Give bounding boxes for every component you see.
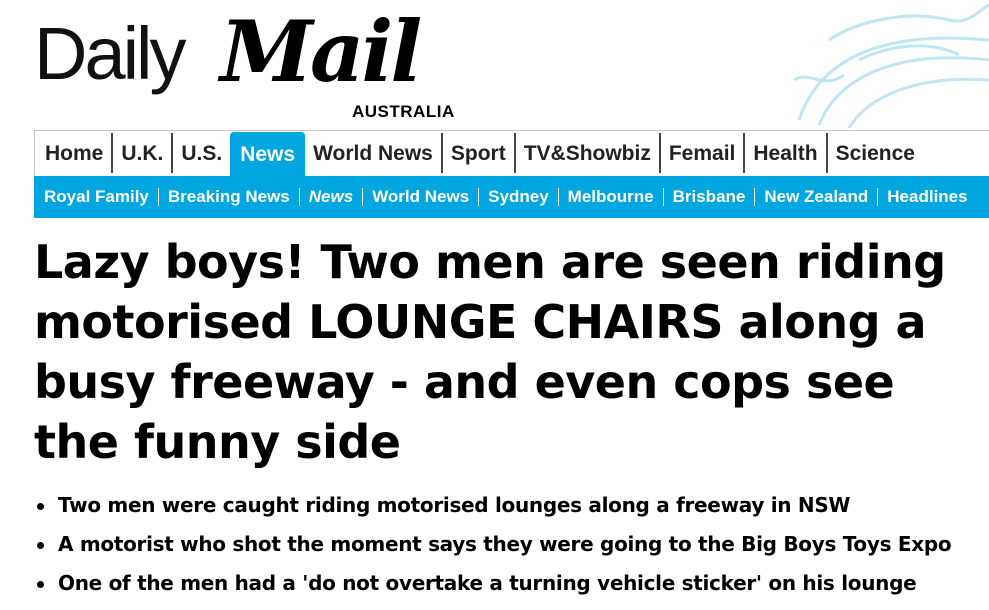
article-headline: Lazy boys! Two men are seen riding motor… [34, 235, 946, 469]
subnav-item-world-news[interactable]: World News [363, 188, 480, 206]
summary-item: Two men were caught riding motorised lou… [34, 486, 989, 525]
nav-item-science[interactable]: Science [828, 133, 923, 173]
nav-item-tv-showbiz[interactable]: TV&Showbiz [516, 133, 661, 173]
nav-item-world-news[interactable]: World News [305, 133, 443, 173]
subnav-item-brisbane[interactable]: Brisbane [664, 188, 756, 206]
nav-item-uk[interactable]: U.K. [113, 133, 174, 173]
bullet-icon [37, 542, 44, 549]
subnav-item-breaking-news[interactable]: Breaking News [159, 188, 300, 206]
summary-item: One of the men had a 'do not overtake a … [34, 564, 989, 603]
nav-item-femail[interactable]: Femail [661, 133, 746, 173]
primary-nav: Home U.K. U.S. News World News Sport TV&… [34, 130, 989, 176]
subnav-item-headlines[interactable]: Headlines [878, 188, 976, 206]
nav-item-health[interactable]: Health [745, 133, 828, 173]
logo-daily-text: Daily [34, 12, 186, 95]
summary-item-text: A motorist who shot the moment says they… [58, 532, 952, 556]
subnav-item-news[interactable]: News [300, 188, 364, 206]
logo-mail-text: Mail [220, 2, 422, 101]
nav-item-news[interactable]: News [230, 132, 306, 176]
summary-item-text: One of the men had a 'do not overtake a … [58, 571, 917, 595]
secondary-nav: Royal Family Breaking News News World Ne… [34, 176, 989, 218]
subnav-item-new-zealand[interactable]: New Zealand [755, 188, 879, 206]
site-logo[interactable]: Daily Mail AUSTRALIA [34, 4, 474, 122]
logo-region: AUSTRALIA [352, 102, 455, 121]
background-decoration [793, 3, 989, 129]
subnav-item-sydney[interactable]: Sydney [479, 188, 559, 206]
subnav-item-royal-family[interactable]: Royal Family [35, 188, 159, 206]
summary-item-text: Two men were caught riding motorised lou… [58, 493, 851, 517]
bullet-icon [37, 581, 44, 588]
subnav-item-melbourne[interactable]: Melbourne [559, 188, 664, 206]
nav-item-home[interactable]: Home [35, 133, 114, 173]
article-summary-list: Two men were caught riding motorised lou… [34, 486, 989, 603]
nav-item-us[interactable]: U.S. [173, 133, 230, 173]
summary-item: A motorist who shot the moment says they… [34, 525, 989, 564]
bullet-icon [37, 503, 44, 510]
nav-item-sport[interactable]: Sport [443, 133, 516, 173]
